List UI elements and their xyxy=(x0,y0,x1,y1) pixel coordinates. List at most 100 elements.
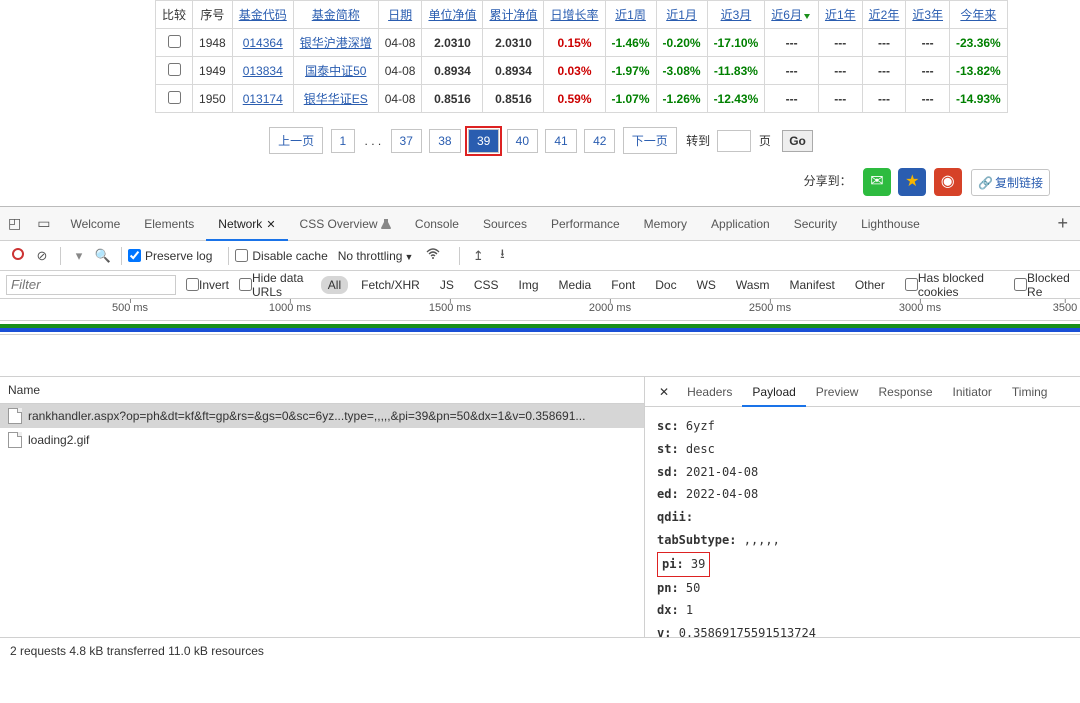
favorite-icon[interactable]: ★ xyxy=(898,168,926,196)
th-m1[interactable]: 近1月 xyxy=(666,8,697,22)
search-icon[interactable]: 🔍 xyxy=(91,248,115,264)
type-fetch[interactable]: Fetch/XHR xyxy=(354,276,427,294)
tab-lighthouse[interactable]: Lighthouse xyxy=(849,207,932,241)
clear-icon[interactable]: ⊘ xyxy=(30,248,54,264)
invert-checkbox[interactable]: Invert xyxy=(186,278,229,292)
record-icon[interactable] xyxy=(6,248,30,263)
subtab-payload[interactable]: Payload xyxy=(742,377,805,407)
tab-performance[interactable]: Performance xyxy=(539,207,632,241)
network-timeline[interactable]: 500 ms 1000 ms 1500 ms 2000 ms 2500 ms 3… xyxy=(0,299,1080,321)
fund-name-link[interactable]: 银华华证ES xyxy=(304,92,368,106)
th-y1[interactable]: 近1年 xyxy=(825,8,856,22)
page-40[interactable]: 40 xyxy=(507,129,538,153)
wifi-icon[interactable] xyxy=(421,248,445,263)
fund-code-link[interactable]: 014364 xyxy=(243,36,283,50)
page-37[interactable]: 37 xyxy=(391,129,422,153)
th-m3[interactable]: 近3月 xyxy=(721,8,752,22)
blocked-cookies-checkbox[interactable]: Has blocked cookies xyxy=(905,271,1004,299)
tab-application[interactable]: Application xyxy=(699,207,782,241)
th-y2[interactable]: 近2年 xyxy=(869,8,900,22)
request-row-1[interactable]: rankhandler.aspx?op=ph&dt=kf&ft=gp&rs=&g… xyxy=(0,404,644,428)
download-icon[interactable]: ⭳ xyxy=(490,245,514,267)
type-img[interactable]: Img xyxy=(512,276,546,294)
subtab-timing[interactable]: Timing xyxy=(1002,377,1058,407)
weibo-icon[interactable]: ◉ xyxy=(934,168,962,196)
network-overview-gap xyxy=(0,335,1080,377)
th-w1[interactable]: 近1周 xyxy=(615,8,646,22)
add-tab-icon[interactable]: + xyxy=(1045,213,1080,234)
page-41[interactable]: 41 xyxy=(545,129,576,153)
close-icon[interactable]: ✕ xyxy=(266,219,275,231)
type-doc[interactable]: Doc xyxy=(648,276,683,294)
type-font[interactable]: Font xyxy=(604,276,642,294)
cell-ytd: -23.36% xyxy=(950,29,1008,57)
tab-welcome[interactable]: Welcome xyxy=(58,207,132,241)
type-css[interactable]: CSS xyxy=(467,276,506,294)
tab-console[interactable]: Console xyxy=(403,207,471,241)
tab-cssoverview[interactable]: CSS Overview xyxy=(288,207,403,241)
page-next[interactable]: 下一页 xyxy=(623,127,677,154)
detail-tabs: ✕ Headers Payload Preview Response Initi… xyxy=(645,377,1080,407)
th-accnav[interactable]: 累计净值 xyxy=(489,8,537,22)
compare-checkbox[interactable] xyxy=(168,63,181,76)
type-ws[interactable]: WS xyxy=(690,276,723,294)
page-38[interactable]: 38 xyxy=(429,129,460,153)
type-wasm[interactable]: Wasm xyxy=(729,276,777,294)
devtools-tabs: ◰ ▭ Welcome Elements Network✕ CSS Overvi… xyxy=(0,207,1080,241)
th-ytd[interactable]: 今年来 xyxy=(960,8,996,22)
fund-code-link[interactable]: 013834 xyxy=(243,64,283,78)
th-nav[interactable]: 单位净值 xyxy=(428,8,476,22)
type-manifest[interactable]: Manifest xyxy=(782,276,841,294)
go-button[interactable]: Go xyxy=(782,130,813,152)
subtab-preview[interactable]: Preview xyxy=(806,377,869,407)
tab-network[interactable]: Network✕ xyxy=(206,207,287,241)
type-js[interactable]: JS xyxy=(433,276,461,294)
tab-memory[interactable]: Memory xyxy=(632,207,699,241)
disable-cache-checkbox[interactable]: Disable cache xyxy=(235,249,327,263)
page-42[interactable]: 42 xyxy=(584,129,615,153)
hide-dataurls-checkbox[interactable]: Hide data URLs xyxy=(239,271,318,299)
device-icon[interactable]: ▭ xyxy=(29,215,58,232)
tab-security[interactable]: Security xyxy=(782,207,849,241)
close-detail-icon[interactable]: ✕ xyxy=(651,385,677,399)
preserve-log-checkbox[interactable]: Preserve log xyxy=(128,249,212,263)
cell-m3: -12.43% xyxy=(707,85,765,113)
subtab-headers[interactable]: Headers xyxy=(677,377,742,407)
fund-name-link[interactable]: 国泰中证50 xyxy=(305,64,366,78)
tab-elements[interactable]: Elements xyxy=(132,207,206,241)
fund-code-link[interactable]: 013174 xyxy=(243,92,283,106)
network-timebars xyxy=(0,321,1080,335)
goto-input[interactable] xyxy=(717,130,751,152)
type-media[interactable]: Media xyxy=(552,276,599,294)
filter-icon[interactable]: ▾ xyxy=(67,248,91,264)
page-1[interactable]: 1 xyxy=(331,129,356,153)
filter-input[interactable] xyxy=(6,275,176,295)
type-all[interactable]: All xyxy=(321,276,348,294)
request-row-2[interactable]: loading2.gif xyxy=(0,428,644,452)
th-y3[interactable]: 近3年 xyxy=(912,8,943,22)
th-daily[interactable]: 日增长率 xyxy=(550,8,598,22)
request-list-header[interactable]: Name xyxy=(0,377,644,404)
link-icon: 🔗 xyxy=(978,176,993,190)
tab-sources[interactable]: Sources xyxy=(471,207,539,241)
th-code[interactable]: 基金代码 xyxy=(239,8,287,22)
subtab-initiator[interactable]: Initiator xyxy=(943,377,1002,407)
th-name[interactable]: 基金简称 xyxy=(312,8,360,22)
page-39-current[interactable]: 39 xyxy=(468,129,499,153)
subtab-response[interactable]: Response xyxy=(868,377,942,407)
th-compare: 比较 xyxy=(156,1,193,29)
compare-checkbox[interactable] xyxy=(168,35,181,48)
fund-name-link[interactable]: 银华沪港深增 xyxy=(300,36,372,50)
blocked-requests-checkbox[interactable]: Blocked Re xyxy=(1014,271,1074,299)
request-list: Name rankhandler.aspx?op=ph&dt=kf&ft=gp&… xyxy=(0,377,645,637)
inspect-icon[interactable]: ◰ xyxy=(0,215,29,232)
throttling-select[interactable]: No throttling▼ xyxy=(338,249,414,263)
page-prev[interactable]: 上一页 xyxy=(269,127,323,154)
compare-checkbox[interactable] xyxy=(168,91,181,104)
copy-link-button[interactable]: 🔗复制链接 xyxy=(971,169,1050,196)
upload-icon[interactable]: ↥ xyxy=(466,248,490,264)
type-other[interactable]: Other xyxy=(848,276,892,294)
th-m6[interactable]: 近6月 xyxy=(771,8,802,22)
th-date[interactable]: 日期 xyxy=(388,8,412,22)
wechat-icon[interactable]: ✉ xyxy=(863,168,891,196)
